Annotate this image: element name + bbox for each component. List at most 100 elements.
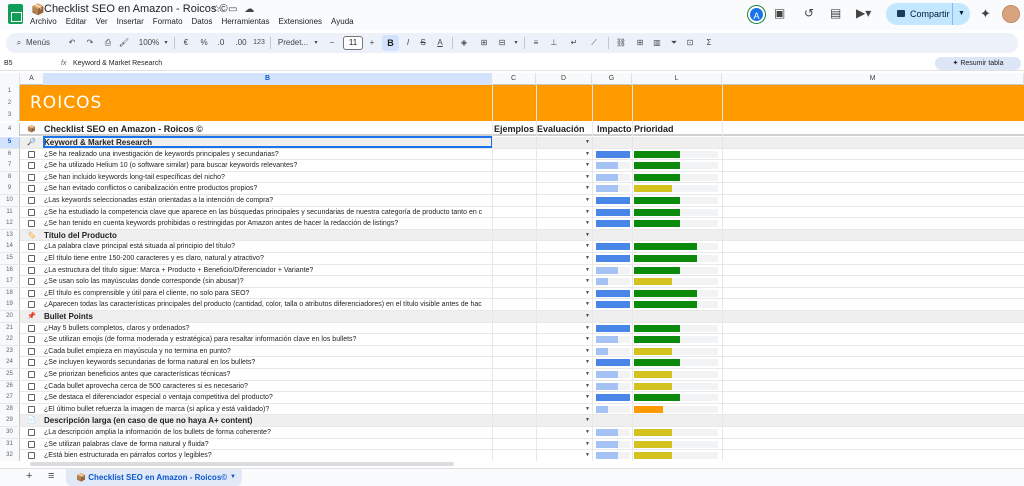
- text-wrap-icon[interactable]: ↵: [568, 33, 580, 53]
- row-number[interactable]: 20: [0, 311, 20, 322]
- column-header-a[interactable]: A: [20, 73, 44, 85]
- horizontal-scrollbar[interactable]: [20, 461, 1024, 466]
- column-header-c[interactable]: C: [492, 73, 536, 85]
- evaluation-dropdown-icon[interactable]: ▼: [585, 439, 590, 450]
- evaluation-dropdown-icon[interactable]: ▼: [585, 299, 590, 310]
- decrease-decimals[interactable]: .0: [215, 33, 227, 53]
- cell-a[interactable]: [20, 346, 44, 357]
- menu-editar[interactable]: Editar: [66, 17, 87, 26]
- checklist-question[interactable]: ¿Se han evitado conflictos o canibalizac…: [44, 183, 492, 194]
- checklist-question[interactable]: ¿El título es comprensible y útil para e…: [44, 288, 492, 299]
- summarize-table-button[interactable]: ✦ Resumir tabla: [935, 57, 1021, 70]
- merge-cells-icon[interactable]: ⊟: [496, 33, 508, 53]
- header-ejemplos[interactable]: Ejemplos: [494, 123, 534, 134]
- row-number[interactable]: 26: [0, 380, 20, 392]
- row-number[interactable]: 29: [0, 415, 20, 427]
- filter-icon[interactable]: ⏷: [668, 33, 680, 53]
- evaluation-dropdown-icon[interactable]: ▼: [585, 404, 590, 415]
- functions-icon[interactable]: Σ: [703, 33, 715, 53]
- row-number[interactable]: 3: [0, 109, 20, 121]
- menu-ver[interactable]: Ver: [96, 17, 108, 26]
- evaluation-dropdown-icon[interactable]: ▼: [585, 241, 590, 252]
- row-number[interactable]: 19: [0, 299, 20, 311]
- checkbox[interactable]: [28, 150, 35, 158]
- select-all-corner[interactable]: [0, 73, 20, 85]
- checkbox[interactable]: [28, 208, 35, 216]
- row-number[interactable]: 9: [0, 183, 20, 195]
- cell-a[interactable]: [20, 392, 44, 403]
- evaluation-dropdown-icon[interactable]: ▼: [585, 369, 590, 380]
- cell-a[interactable]: [20, 381, 44, 392]
- checklist-question[interactable]: ¿Se ha realizado una investigación de ke…: [44, 149, 492, 160]
- evaluation-dropdown-icon[interactable]: ▼: [585, 357, 590, 368]
- checkbox[interactable]: [28, 301, 35, 309]
- evaluation-dropdown-icon[interactable]: ▼: [585, 137, 590, 148]
- checklist-question[interactable]: ¿Hay 5 bullets completos, claros y orden…: [44, 323, 492, 334]
- checklist-question[interactable]: ¿Cada bullet aprovecha cerca de 500 cara…: [44, 381, 492, 392]
- cell-a[interactable]: [20, 404, 44, 415]
- row-number[interactable]: 15: [0, 253, 20, 264]
- cell-a[interactable]: 🏷️: [20, 230, 44, 241]
- cell-a[interactable]: [20, 427, 44, 438]
- section-title[interactable]: Bullet Points: [44, 311, 492, 322]
- cell-a[interactable]: [20, 265, 44, 276]
- scrollbar-thumb[interactable]: [30, 462, 454, 466]
- cell-a[interactable]: [20, 183, 44, 194]
- checkbox[interactable]: [28, 452, 35, 460]
- evaluation-dropdown-icon[interactable]: ▼: [585, 183, 590, 194]
- comment-icon[interactable]: ▤: [830, 6, 841, 20]
- checklist-question[interactable]: ¿El último bullet refuerza la imagen de …: [44, 404, 492, 415]
- cell-a[interactable]: [20, 218, 44, 229]
- header-title[interactable]: Checklist SEO en Amazon - Roicos ©: [44, 123, 492, 136]
- menu-formato[interactable]: Formato: [153, 17, 183, 26]
- evaluation-dropdown-icon[interactable]: ▼: [585, 346, 590, 357]
- checkbox[interactable]: [28, 429, 35, 436]
- checkbox[interactable]: [28, 347, 35, 355]
- collaborator-avatar[interactable]: A: [748, 6, 765, 23]
- cell-a[interactable]: [20, 450, 44, 461]
- row-number[interactable]: 14: [0, 241, 20, 253]
- gemini-sparkle-icon[interactable]: ✦: [980, 6, 991, 22]
- row-number[interactable]: 30: [0, 427, 20, 438]
- checklist-question[interactable]: ¿Se ha utilizado Helium 10 (o software s…: [44, 160, 492, 171]
- cell-a[interactable]: [20, 160, 44, 171]
- row-number[interactable]: 6: [0, 148, 20, 160]
- evaluation-dropdown-icon[interactable]: ▼: [585, 276, 590, 287]
- row-number[interactable]: 32: [0, 450, 20, 461]
- evaluation-dropdown-icon[interactable]: ▼: [585, 253, 590, 264]
- cloud-status-icon[interactable]: ☁: [244, 4, 254, 15]
- column-header-l[interactable]: L: [632, 73, 722, 85]
- number-format[interactable]: 123: [252, 33, 266, 53]
- evaluation-dropdown-icon[interactable]: ▼: [585, 381, 590, 392]
- paint-format-icon[interactable]: 🖌: [118, 33, 130, 53]
- sheet-tab-chevron-icon[interactable]: ▼: [230, 469, 236, 486]
- menu-extensiones[interactable]: Extensiones: [278, 17, 322, 26]
- section-title[interactable]: Título del Producto: [44, 230, 492, 241]
- menu-insertar[interactable]: Insertar: [117, 17, 144, 26]
- evaluation-dropdown-icon[interactable]: ▼: [585, 195, 590, 206]
- evaluation-dropdown-icon[interactable]: ▼: [585, 450, 590, 461]
- cell-a[interactable]: 📌: [20, 311, 44, 322]
- row-number[interactable]: 31: [0, 438, 20, 450]
- checkbox[interactable]: [28, 197, 35, 204]
- cell-a[interactable]: [20, 369, 44, 380]
- font-size-decrease[interactable]: −: [327, 33, 337, 53]
- checklist-question[interactable]: ¿Se ha estudiado la competencia clave qu…: [44, 207, 492, 218]
- checklist-question[interactable]: ¿La palabra clave principal está situada…: [44, 241, 492, 252]
- percent-format[interactable]: %: [199, 33, 209, 53]
- evaluation-dropdown-icon[interactable]: ▼: [585, 160, 590, 171]
- print-icon[interactable]: ⎙: [102, 33, 114, 53]
- row-number[interactable]: 1: [0, 85, 20, 97]
- all-sheets-icon[interactable]: ≡: [48, 470, 54, 482]
- borders-icon[interactable]: ⊞: [478, 33, 490, 53]
- cell-a[interactable]: [20, 241, 44, 252]
- redo-icon[interactable]: ↷: [84, 33, 96, 53]
- name-box[interactable]: B5: [4, 58, 56, 70]
- move-folder-icon[interactable]: ▭: [228, 4, 237, 15]
- row-number[interactable]: 27: [0, 392, 20, 404]
- checkbox[interactable]: [28, 173, 35, 181]
- checkbox[interactable]: [28, 359, 35, 367]
- checkbox[interactable]: [28, 255, 35, 262]
- row-number[interactable]: 11: [0, 206, 20, 218]
- checklist-question[interactable]: ¿Se han tenido en cuenta keywords prohib…: [44, 218, 492, 229]
